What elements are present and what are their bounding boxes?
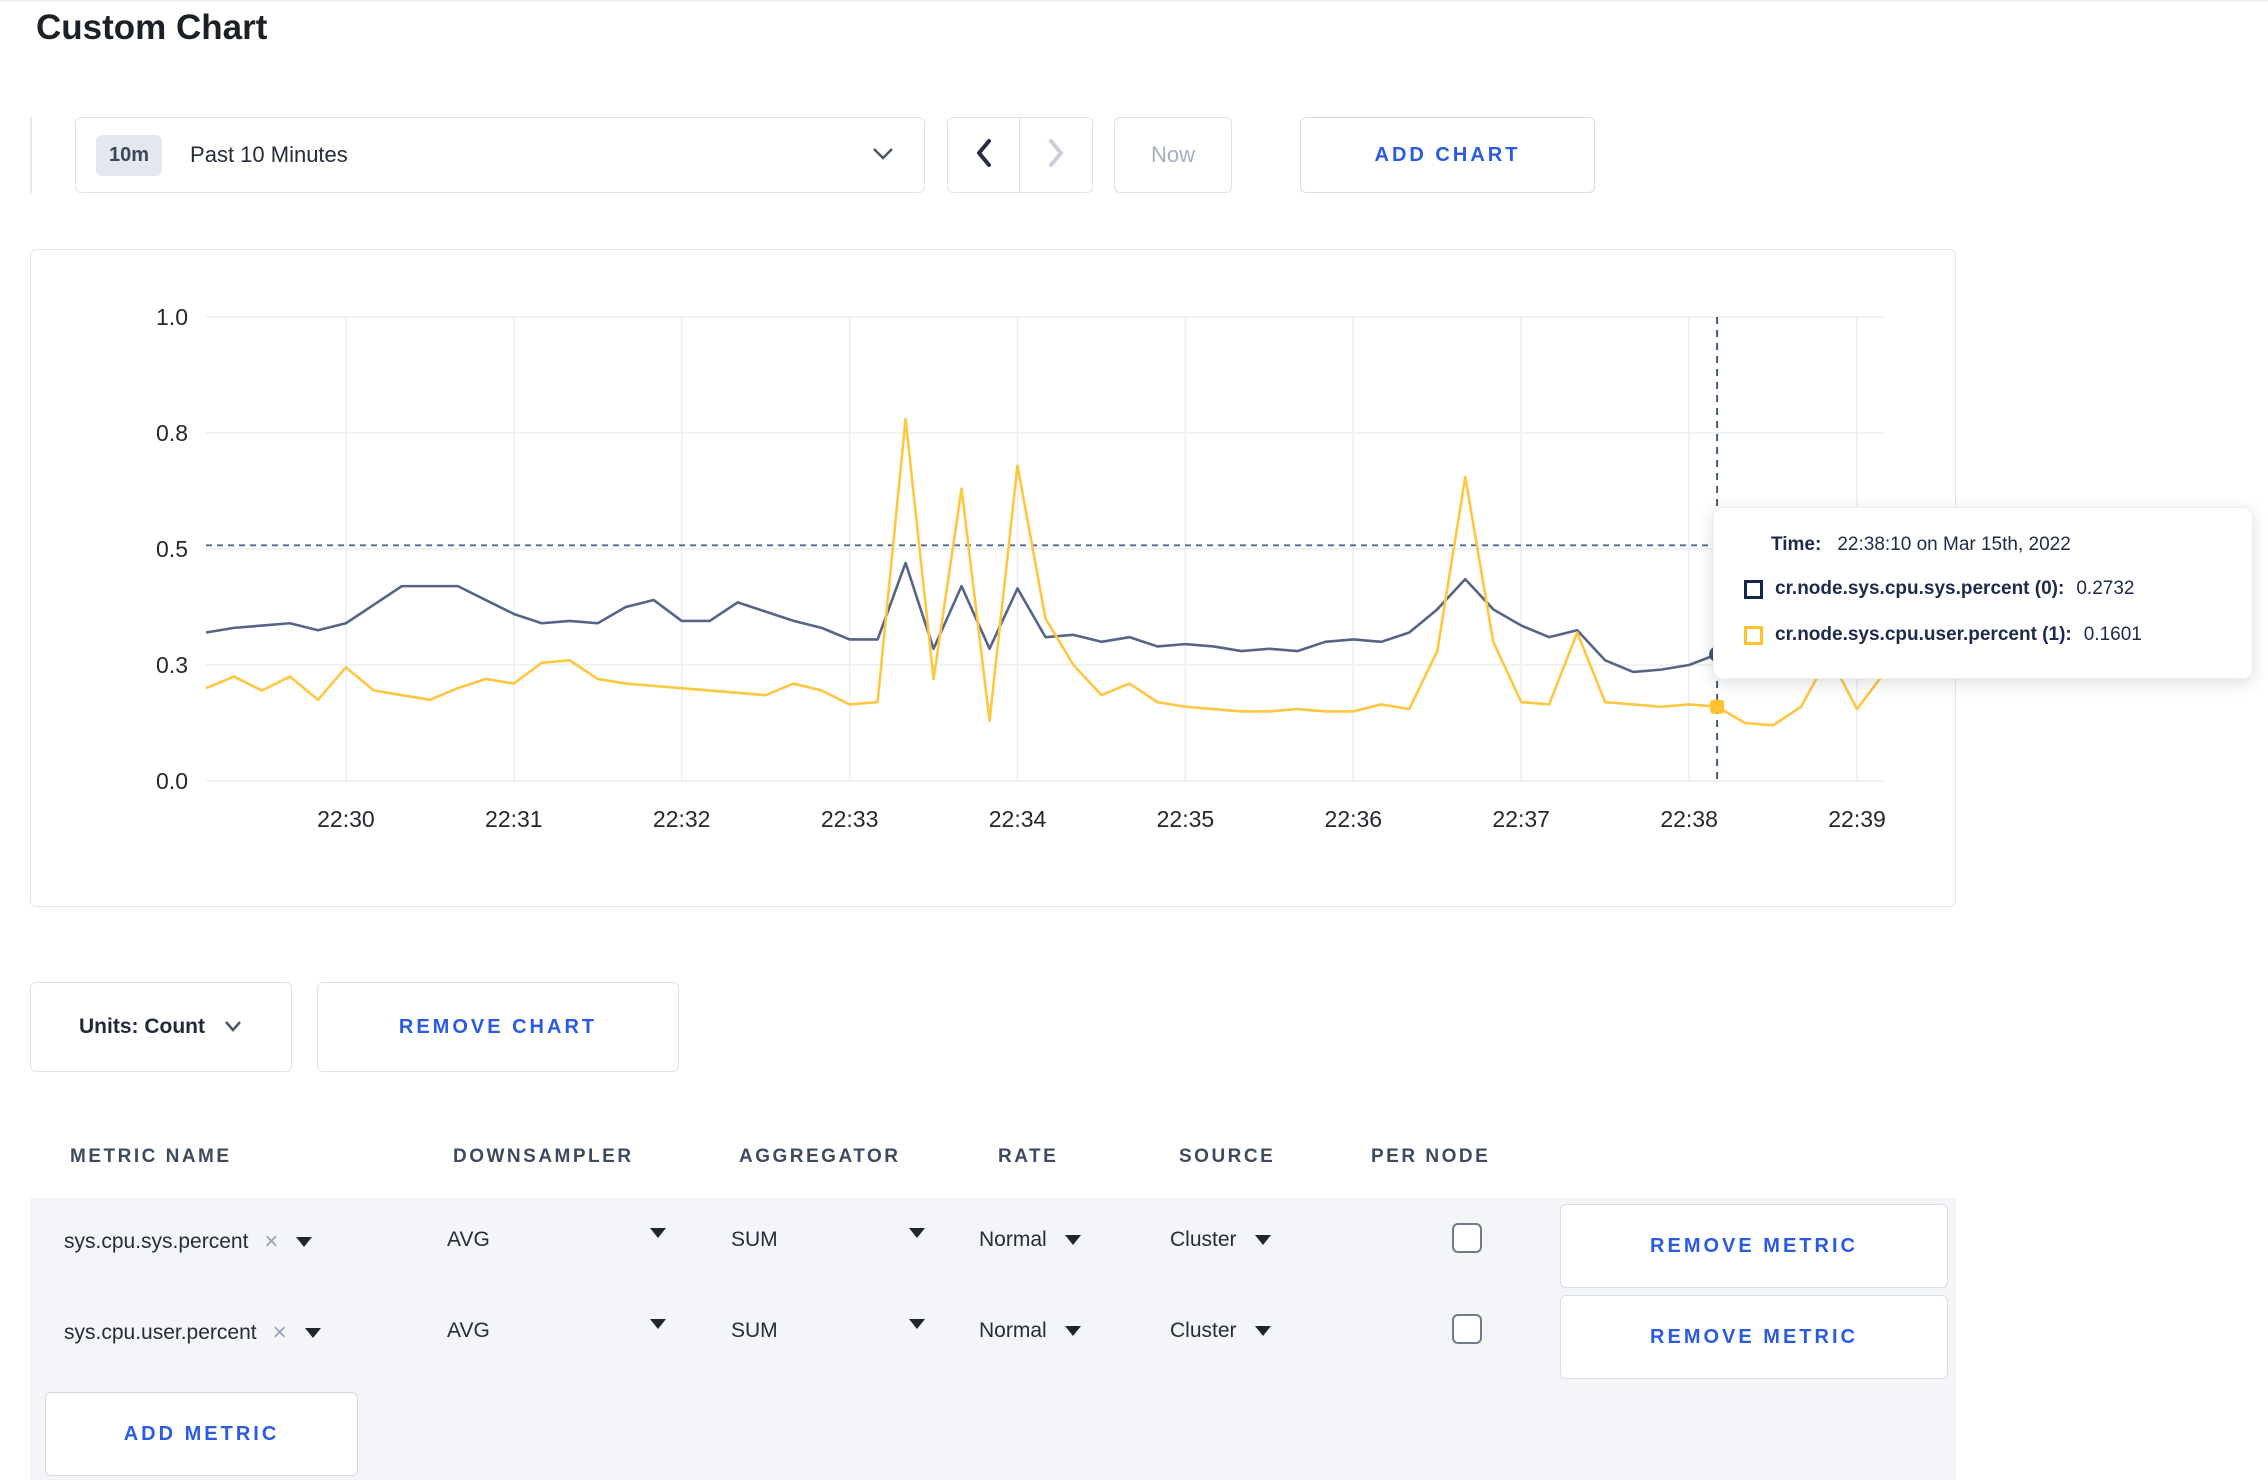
metric-name-select[interactable]: sys.cpu.sys.percent × (64, 1228, 313, 1256)
downsampler-select[interactable]: AVG (447, 1319, 490, 1343)
y-tick-label: 0.3 (156, 652, 188, 678)
source-select[interactable]: Cluster (1170, 1319, 1271, 1343)
downsampler-select[interactable]: AVG (447, 1228, 490, 1252)
tooltip-series-value: 0.2732 (2076, 578, 2135, 599)
tooltip-series-value: 0.1601 (2083, 624, 2142, 645)
chart-card: 0.0 0.3 0.5 0.8 1.0 22:30 22:31 22:32 22:33 22:34… (30, 249, 1956, 907)
chevron-right-icon (1045, 137, 1067, 174)
page-title: Custom Chart (36, 8, 268, 47)
caret-down-icon[interactable] (650, 1319, 666, 1329)
metrics-table-header: METRIC NAME DOWNSAMPLER AGGREGATOR RATE … (30, 1122, 1956, 1198)
chevron-left-icon (973, 137, 995, 174)
x-tick-label: 22:35 (1157, 806, 1215, 832)
col-aggregator: AGGREGATOR (739, 1146, 901, 1167)
col-downsampler: DOWNSAMPLER (453, 1146, 634, 1167)
per-node-checkbox[interactable] (1452, 1223, 1482, 1253)
rate-select[interactable]: Normal (979, 1319, 1081, 1343)
rate-select[interactable]: Normal (979, 1228, 1081, 1252)
chevron-down-icon (223, 1015, 243, 1039)
col-per-node: PER NODE (1371, 1146, 1491, 1167)
source-select[interactable]: Cluster (1170, 1228, 1271, 1252)
rate-value: Normal (979, 1319, 1047, 1342)
add-metric-button[interactable]: ADD METRIC (45, 1392, 358, 1476)
tooltip-time: Time: 22:38:10 on Mar 15th, 2022 (1771, 534, 2071, 556)
series-line (205, 417, 1887, 727)
line-chart[interactable]: 0.0 0.3 0.5 0.8 1.0 22:30 22:31 22:32 22:33 22:34… (31, 250, 1955, 906)
tooltip-time-value: 22:38:10 on Mar 15th, 2022 (1837, 534, 2071, 555)
chart-tooltip: Time: 22:38:10 on Mar 15th, 2022 cr.node.… (1713, 507, 2253, 679)
tooltip-series-label: cr.node.sys.cpu.user.percent (1): (1775, 624, 2072, 645)
x-tick-label: 22:31 (485, 806, 543, 832)
col-source: SOURCE (1179, 1146, 1276, 1167)
hover-marker (1710, 699, 1725, 714)
source-value: Cluster (1170, 1228, 1237, 1251)
chevron-down-icon (870, 144, 896, 167)
aggregator-select[interactable]: SUM (731, 1228, 778, 1252)
y-tick-label: 1.0 (156, 304, 188, 330)
time-range-badge: 10m (96, 134, 163, 176)
prev-timespan-button[interactable] (947, 117, 1020, 193)
next-timespan-button[interactable] (1020, 117, 1093, 193)
aggregator-select[interactable]: SUM (731, 1319, 778, 1343)
x-tick-label: 22:32 (653, 806, 711, 832)
toolbar-divider (30, 117, 32, 193)
caret-down-icon[interactable] (650, 1228, 666, 1238)
col-metric-name: METRIC NAME (70, 1146, 232, 1167)
units-select[interactable]: Units: Count (30, 982, 292, 1072)
per-node-checkbox[interactable] (1452, 1314, 1482, 1344)
rate-value: Normal (979, 1228, 1047, 1251)
user-series-swatch-icon (1744, 625, 1763, 645)
caret-down-icon[interactable] (909, 1319, 925, 1329)
x-tick-label: 22:33 (821, 806, 879, 832)
time-range-label: Past 10 Minutes (190, 142, 348, 167)
remove-metric-button[interactable]: REMOVE METRIC (1560, 1204, 1948, 1288)
tooltip-series-row: cr.node.sys.cpu.sys.percent (0): 0.2732 (1744, 578, 2134, 600)
close-icon[interactable]: × (264, 1228, 278, 1256)
sys-series-swatch-icon (1744, 579, 1763, 599)
custom-chart-page: { "page": { "title": "Custom Chart" }, "… (0, 0, 2268, 1480)
metric-name-value: sys.cpu.user.percent (64, 1321, 257, 1344)
x-tick-label: 22:30 (317, 806, 375, 832)
x-tick-label: 22:39 (1828, 806, 1886, 832)
col-rate: RATE (998, 1146, 1059, 1167)
units-label: Units: Count (79, 1015, 205, 1038)
time-pager (947, 117, 1093, 193)
source-value: Cluster (1170, 1319, 1237, 1342)
tooltip-time-label: Time: (1771, 534, 1822, 555)
metric-name-select[interactable]: sys.cpu.user.percent × (64, 1319, 321, 1347)
y-tick-label: 0.0 (156, 768, 188, 794)
now-button[interactable]: Now (1114, 117, 1232, 193)
x-tick-label: 22:38 (1660, 806, 1718, 832)
caret-down-icon (296, 1237, 313, 1247)
y-tick-label: 0.8 (156, 420, 188, 446)
remove-chart-button[interactable]: REMOVE CHART (317, 982, 679, 1072)
metric-name-value: sys.cpu.sys.percent (64, 1230, 249, 1253)
caret-down-icon (304, 1328, 321, 1338)
tooltip-series-row: cr.node.sys.cpu.user.percent (1): 0.1601 (1744, 624, 2142, 646)
add-chart-button[interactable]: ADD CHART (1300, 117, 1595, 193)
time-range-select[interactable]: 10m Past 10 Minutes (75, 117, 925, 193)
caret-down-icon[interactable] (909, 1228, 925, 1238)
x-tick-label: 22:37 (1492, 806, 1550, 832)
x-tick-label: 22:34 (989, 806, 1047, 832)
tooltip-series-label: cr.node.sys.cpu.sys.percent (0): (1775, 578, 2065, 599)
close-icon[interactable]: × (273, 1319, 287, 1347)
remove-metric-button[interactable]: REMOVE METRIC (1560, 1295, 1948, 1379)
y-tick-label: 0.5 (156, 536, 188, 562)
x-tick-label: 22:36 (1325, 806, 1383, 832)
